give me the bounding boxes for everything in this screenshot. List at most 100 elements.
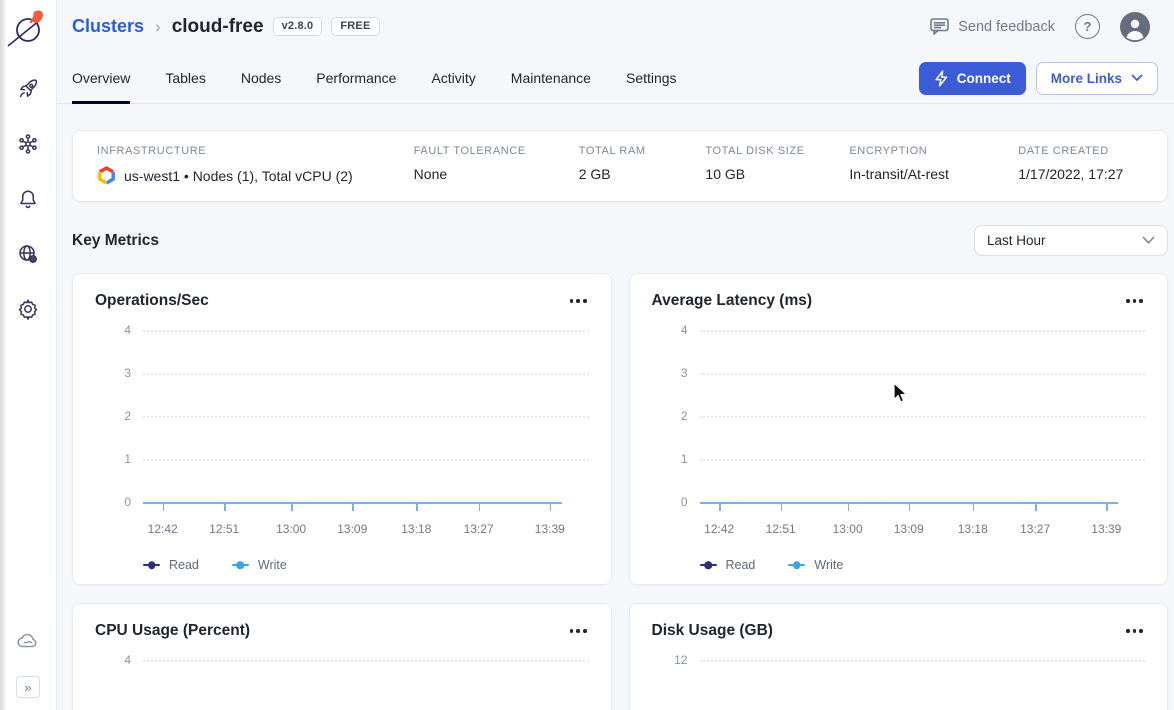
info-col-total-disk-size: TOTAL DISK SIZE10 GB [705,145,849,185]
legend-label: Read [169,558,199,572]
chart-menu-icon[interactable] [568,293,589,309]
info-col-total-ram: TOTAL RAM2 GB [579,145,706,185]
legend-item-read[interactable]: Read [143,558,199,572]
info-label: DATE CREATED [1018,145,1143,157]
x-tick-label: 13:09 [337,522,367,536]
info-value: us-west1 • Nodes (1), Total vCPU (2) [97,166,414,185]
cluster-nodes-icon[interactable] [15,131,41,157]
legend-item-write[interactable]: Write [232,558,287,572]
legend-label: Write [814,558,843,572]
chart-plot-area: 4321012:4212:5113:0013:0913:1813:2713:39… [95,330,589,572]
send-feedback-label: Send feedback [958,19,1055,35]
chart-menu-icon[interactable] [1124,293,1145,309]
info-col-encryption: ENCRYPTIONIn-transit/At-rest [849,145,1018,185]
legend-marker-icon [700,561,717,570]
info-value: 2 GB [579,166,706,182]
chart-card-disk-usage-gb: Disk Usage (GB) 12 [629,603,1169,710]
y-tick-label: 3 [95,366,131,380]
gridline-row: 1 [95,459,589,502]
feedback-bubble-icon [929,17,950,36]
cloud-icon[interactable] [15,628,41,654]
x-tick-label: 13:27 [464,522,494,536]
chevron-down-icon [1142,236,1155,245]
info-value: 10 GB [705,166,849,182]
x-tick-labels: 12:4212:5113:0013:0913:1813:2713:39 [143,522,562,537]
y-tick-label: 0 [652,495,688,509]
help-icon[interactable]: ? [1075,14,1100,39]
x-tick-label: 13:09 [894,522,924,536]
legend-item-write[interactable]: Write [788,558,843,572]
key-metrics-title: Key Metrics [72,232,159,250]
gcp-logo-icon [97,166,116,185]
legend-label: Read [726,558,756,572]
breadcrumb-clusters-link[interactable]: Clusters [72,16,144,37]
tab-maintenance[interactable]: Maintenance [511,53,591,103]
legend-marker-icon [788,561,805,570]
y-tick-label: 1 [652,452,688,466]
chart-legend: Read Write [143,558,589,572]
chart-card-operations-sec: Operations/Sec 4321012:4212:5113:0013:09… [72,273,612,585]
tab-tables[interactable]: Tables [165,53,205,103]
header-right: Send feedback ? [929,12,1150,42]
breadcrumb-cluster-name: cloud-free [172,16,264,38]
x-tick-label: 12:51 [766,522,796,536]
more-links-button[interactable]: More Links [1036,62,1158,95]
user-avatar[interactable] [1120,12,1150,42]
bell-icon[interactable] [15,186,41,212]
x-axis: 0 [95,502,589,516]
y-tick-label: 12 [652,653,688,667]
x-tick-label: 13:27 [1020,522,1050,536]
chevron-down-icon [1131,74,1143,82]
cluster-info-card: INFRASTRUCTURE us-west1 • Nodes (1), Tota… [72,130,1168,202]
tab-list: Overview Tables Nodes Performance Activity Ma… [72,53,712,103]
y-tick-label: 2 [652,409,688,423]
connect-button[interactable]: Connect [919,62,1026,95]
tab-activity[interactable]: Activity [431,53,475,103]
main-area: Clusters › cloud-free v2.8.0 FREE Send f… [56,0,1174,710]
gridline-row: 4 [95,660,589,703]
send-feedback-button[interactable]: Send feedback [929,17,1055,36]
gridline-row: 4 [652,330,1146,373]
legend-label: Write [258,558,287,572]
info-col-date-created: DATE CREATED 1/17/2022, 17:27 [1018,145,1143,185]
legend-item-read[interactable]: Read [700,558,756,572]
globe-settings-icon[interactable] [15,241,41,267]
y-tick-label: 4 [95,653,131,667]
gridline-row: 3 [95,373,589,416]
chart-menu-icon[interactable] [1124,623,1145,639]
gear-icon[interactable] [15,296,41,322]
chart-menu-icon[interactable] [568,623,589,639]
sidebar-nav [15,76,41,322]
rocket-icon[interactable] [15,76,41,102]
cluster-tab-bar: Overview Tables Nodes Performance Activity Ma… [56,53,1174,104]
chart-title: CPU Usage (Percent) [95,622,250,640]
tab-overview[interactable]: Overview [72,53,130,103]
tab-performance[interactable]: Performance [316,53,396,103]
tab-actions: Connect More Links [919,53,1158,103]
x-axis: 0 [652,502,1146,516]
plan-badge: FREE [331,17,379,36]
planet-rocket-logo-icon[interactable] [5,4,51,54]
chart-plot-area: 4321012:4212:5113:0013:0913:1813:2713:39… [652,330,1146,572]
tab-nodes[interactable]: Nodes [241,53,281,103]
x-tick-labels: 12:4212:5113:0013:0913:1813:2713:39 [700,522,1119,537]
breadcrumb-separator-icon: › [155,17,161,37]
chart-header: CPU Usage (Percent) [95,622,589,640]
key-metrics-row: Key Metrics Last Hour [72,225,1168,256]
chart-header: Disk Usage (GB) [652,622,1146,640]
y-tick-label: 3 [652,366,688,380]
gridline-row: 1 [652,459,1146,502]
gridline-row: 3 [652,373,1146,416]
legend-marker-icon [143,561,160,570]
y-tick-label: 2 [95,409,131,423]
tab-settings[interactable]: Settings [626,53,677,103]
time-range-select[interactable]: Last Hour [974,225,1168,256]
time-range-value: Last Hour [987,233,1046,248]
y-tick-label: 0 [95,495,131,509]
y-tick-label: 4 [652,323,688,337]
info-value: 1/17/2022, 17:27 [1018,166,1143,182]
info-label: INFRASTRUCTURE [97,145,414,157]
gridline-row: 2 [652,416,1146,459]
expand-sidebar-button[interactable]: » [16,676,40,698]
more-links-label: More Links [1051,71,1122,86]
